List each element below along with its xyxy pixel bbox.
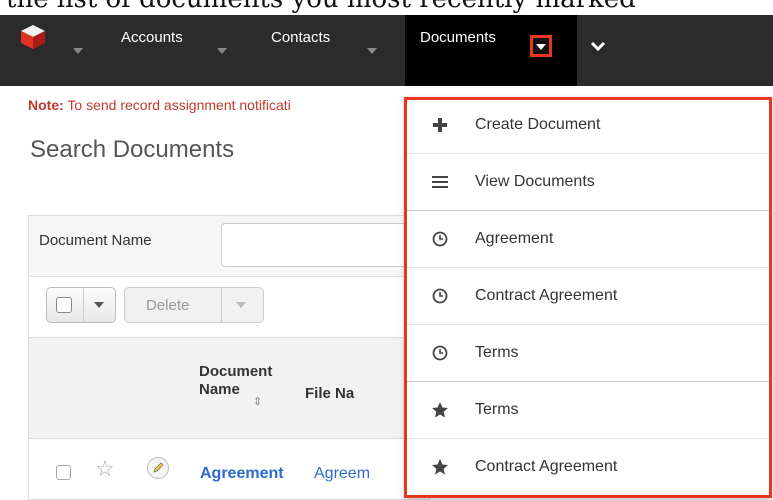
list-icon bbox=[432, 176, 448, 188]
favorite-star-icon[interactable]: ☆ bbox=[95, 456, 115, 482]
delete-caret-icon[interactable] bbox=[236, 302, 246, 308]
mass-select-dropdown[interactable] bbox=[46, 287, 116, 323]
select-all-checkbox[interactable] bbox=[56, 297, 72, 313]
menu-item-label: Terms bbox=[475, 401, 519, 418]
more-chevron-icon[interactable] bbox=[590, 40, 606, 52]
divider bbox=[83, 288, 84, 322]
menu-item-favorite-terms[interactable]: Terms bbox=[405, 382, 771, 439]
menu-item-recent-terms[interactable]: Terms bbox=[405, 325, 771, 382]
notification-note: Note: To send record assignment notifica… bbox=[28, 97, 291, 113]
star-icon bbox=[432, 459, 448, 475]
top-navbar bbox=[0, 15, 773, 86]
documents-dropdown-menu: Create Document View Documents Agreement… bbox=[405, 97, 771, 498]
doc-text: the list of documents you most recently … bbox=[6, 0, 636, 14]
column-header-document-name[interactable]: Document Name bbox=[199, 363, 279, 399]
clock-icon bbox=[432, 231, 448, 247]
menu-item-label: Agreement bbox=[475, 230, 554, 247]
page-title: Search Documents bbox=[30, 136, 235, 163]
documents-dropdown-toggle[interactable] bbox=[530, 35, 552, 57]
nav-contacts-caret-icon[interactable] bbox=[367, 48, 377, 54]
filter-row: Document Name bbox=[29, 216, 441, 277]
menu-item-create-document[interactable]: Create Document bbox=[405, 97, 771, 154]
edit-pencil-icon[interactable] bbox=[147, 457, 169, 479]
nav-contacts[interactable]: Contacts bbox=[271, 29, 330, 46]
menu-item-view-documents[interactable]: View Documents bbox=[405, 154, 771, 211]
document-name-label: Document Name bbox=[39, 232, 152, 249]
search-panel: Document Name Delete Document Name ⇕ Fil… bbox=[28, 215, 441, 500]
nav-accounts[interactable]: Accounts bbox=[121, 29, 183, 46]
menu-item-label: View Documents bbox=[475, 173, 595, 190]
sort-icon[interactable]: ⇕ bbox=[253, 395, 262, 408]
menu-item-recent-agreement[interactable]: Agreement bbox=[405, 211, 771, 268]
background-document-text: the list of documents you most recently … bbox=[0, 0, 773, 15]
delete-button[interactable]: Delete bbox=[146, 297, 189, 314]
menu-item-recent-contract-agreement[interactable]: Contract Agreement bbox=[405, 268, 771, 325]
action-row: Delete bbox=[29, 277, 429, 338]
clock-icon bbox=[432, 288, 448, 304]
plus-icon bbox=[433, 118, 447, 132]
menu-item-label: Create Document bbox=[475, 116, 601, 133]
menu-item-label: Terms bbox=[475, 344, 519, 361]
delete-button-group[interactable]: Delete bbox=[124, 287, 264, 323]
divider bbox=[221, 288, 222, 322]
star-icon bbox=[432, 402, 448, 418]
menu-item-label: Contract Agreement bbox=[475, 287, 618, 304]
select-caret-icon[interactable] bbox=[94, 302, 104, 308]
note-text: To send record assignment notificati bbox=[63, 97, 291, 113]
logo-caret-icon[interactable] bbox=[73, 48, 83, 54]
clock-icon bbox=[432, 345, 448, 361]
note-bold: Note: bbox=[28, 97, 64, 113]
row-document-name-link[interactable]: Agreement bbox=[200, 465, 284, 483]
row-file-name-link[interactable]: Agreem bbox=[314, 465, 370, 483]
table-header: Document Name ⇕ File Na bbox=[29, 338, 429, 439]
nav-documents[interactable]: Documents bbox=[420, 29, 496, 46]
row-checkbox[interactable] bbox=[56, 465, 71, 480]
menu-item-favorite-contract-agreement[interactable]: Contract Agreement bbox=[405, 439, 771, 496]
column-header-file-name[interactable]: File Na bbox=[305, 385, 354, 402]
menu-item-label: Contract Agreement bbox=[475, 458, 618, 475]
table-row: ☆ Agreement Agreem bbox=[29, 439, 429, 499]
sugar-cube-logo-icon[interactable] bbox=[20, 24, 46, 50]
nav-accounts-caret-icon[interactable] bbox=[217, 48, 227, 54]
